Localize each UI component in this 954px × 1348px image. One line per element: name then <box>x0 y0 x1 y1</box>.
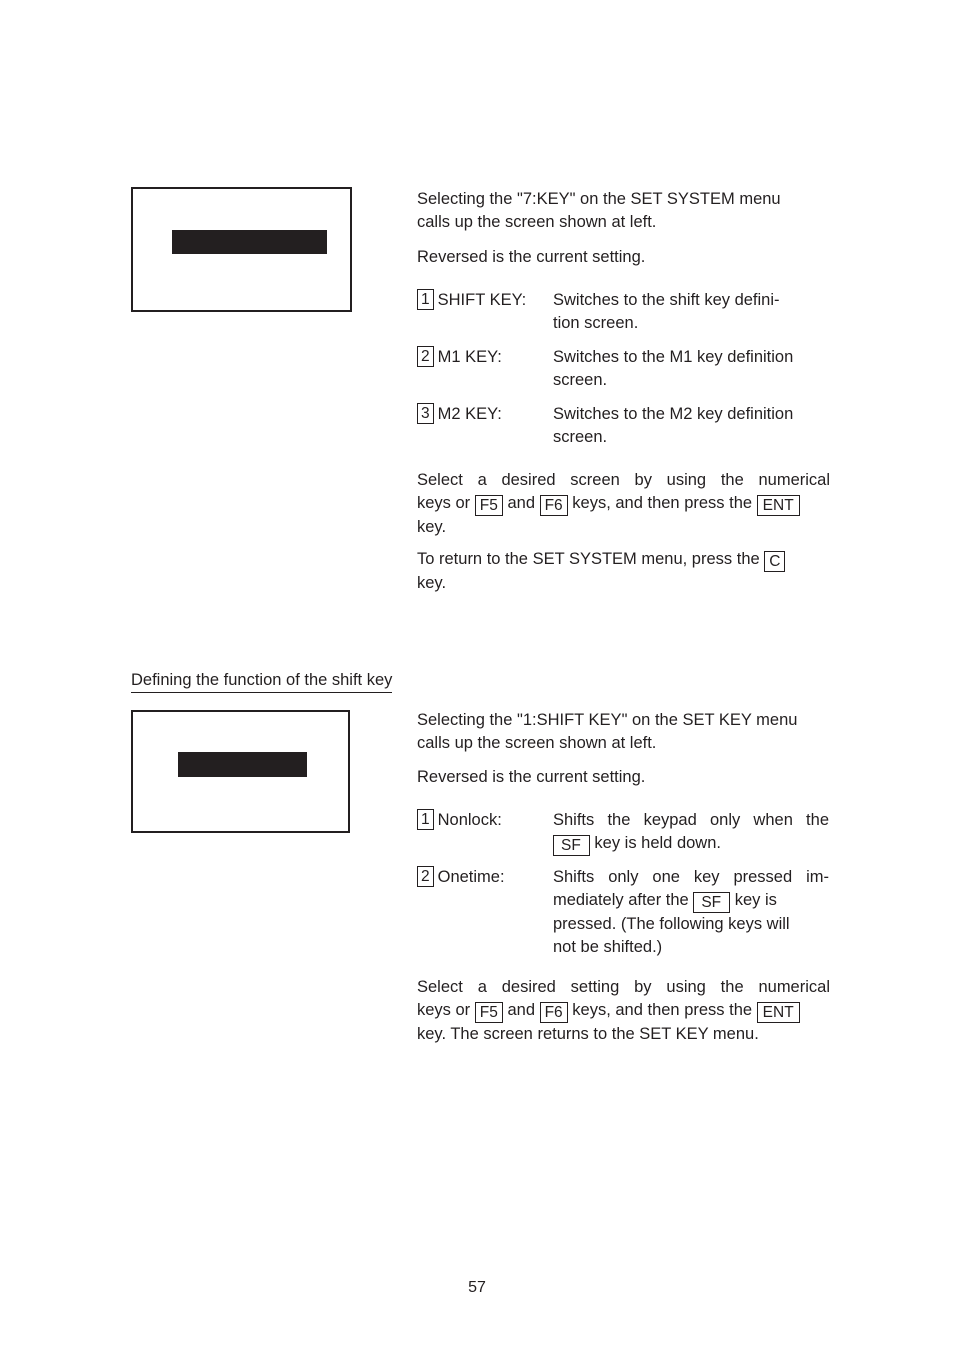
definition-desc-onetime-line3: pressed. (The following keys will <box>553 915 790 933</box>
key-glyph-f6: F6 <box>539 495 568 516</box>
definition-desc-m2-key: Switches to the M2 key definition screen… <box>553 403 829 449</box>
definition-label-m2-key: M2 KEY: <box>437 405 502 423</box>
definition-row-m2-key: 3 M2 KEY: Switches to the M2 key definit… <box>417 403 829 449</box>
definition-desc-onetime-line4: not be shifted.) <box>553 938 663 956</box>
definition-term-onetime: 2 Onetime: <box>417 866 553 889</box>
section2-select-line1: Select a desired setting by using the nu… <box>417 978 830 996</box>
definition-desc-shift-key-line2: tion screen. <box>553 314 639 332</box>
section2-reversed-note-text: Reversed is the current setting. <box>417 768 646 786</box>
definition-label-m1-key: M1 KEY: <box>437 348 502 366</box>
section2-select-paragraph: Select a desired setting by using the nu… <box>417 976 830 1046</box>
section2-select-line2: keys or F5 and F6 keys, and then press t… <box>417 999 830 1023</box>
section1-return-part1: To return to the SET SYSTEM menu, press … <box>417 550 760 568</box>
section2-select-line3: key. The screen returns to the SET KEY m… <box>417 1025 759 1043</box>
key-glyph-c: C <box>764 551 786 572</box>
definition-desc-shift-key: Switches to the shift key defini- tion s… <box>553 289 829 335</box>
section2-heading: Defining the function of the shift key <box>131 669 393 693</box>
section2-intro-line2: calls up the screen shown at left. <box>417 734 657 752</box>
section2-select-line2-part1: keys or <box>417 1001 471 1019</box>
lcd-screen-set-key-menu <box>131 187 352 312</box>
definition-row-shift-key: 1 SHIFT KEY: Switches to the shift key d… <box>417 289 829 335</box>
definition-desc-m2-key-line2: screen. <box>553 428 608 446</box>
section1-reversed-note: Reversed is the current setting. <box>417 246 829 269</box>
key-glyph-sf: SF <box>553 835 590 856</box>
key-glyph-1: 1 <box>417 809 434 830</box>
key-glyph-3: 3 <box>417 403 434 424</box>
key-glyph-2: 2 <box>417 866 434 887</box>
definition-desc-onetime-line2: mediately after the SF key is <box>553 889 829 913</box>
definition-desc-onetime-line2-part2: key is <box>734 891 777 909</box>
definition-desc-nonlock-line2-rest: key is held down. <box>594 834 721 852</box>
section1-select-line2-part2: and <box>507 494 535 512</box>
definition-desc-nonlock-line2: SF key is held down. <box>553 832 829 856</box>
definition-label-shift-key: SHIFT KEY: <box>437 291 527 309</box>
section2-reversed-note: Reversed is the current setting. <box>417 766 829 789</box>
definition-term-nonlock: 1 Nonlock: <box>417 809 553 832</box>
definition-desc-onetime-line1: Shifts only one key pressed im- <box>553 868 829 886</box>
definition-desc-shift-key-line1: Switches to the shift key defini- <box>553 291 780 309</box>
definition-row-nonlock: 1 Nonlock: Shifts the keypad only when t… <box>417 809 829 856</box>
definition-desc-m1-key-line1: Switches to the M1 key definition <box>553 348 794 366</box>
key-glyph-1: 1 <box>417 289 434 310</box>
key-glyph-f6: F6 <box>539 1002 568 1023</box>
definition-label-nonlock: Nonlock: <box>437 811 502 829</box>
lcd-screen-set-shift-key <box>131 710 350 833</box>
key-glyph-ent: ENT <box>756 495 800 516</box>
definition-row-onetime: 2 Onetime: Shifts only one key pressed i… <box>417 866 829 959</box>
definition-desc-onetime-line2-part1: mediately after the <box>553 891 689 909</box>
section1-select-line2-part3: keys, and then press the <box>572 494 753 512</box>
definition-term-m1-key: 2 M1 KEY: <box>417 346 553 369</box>
section1-select-line1: Select a desired screen by using the num… <box>417 471 830 489</box>
definition-term-shift-key: 1 SHIFT KEY: <box>417 289 553 312</box>
definition-desc-m1-key-line2: screen. <box>553 371 608 389</box>
definition-desc-nonlock: Shifts the keypad only when the SF key i… <box>553 809 829 856</box>
definition-label-onetime: Onetime: <box>437 868 505 886</box>
section1-intro-line2: calls up the screen shown at left. <box>417 213 657 231</box>
key-glyph-2: 2 <box>417 346 434 367</box>
section1-select-paragraph: Select a desired screen by using the num… <box>417 469 830 539</box>
definition-row-m1-key: 2 M1 KEY: Switches to the M1 key definit… <box>417 346 829 392</box>
definition-desc-m1-key: Switches to the M1 key definition screen… <box>553 346 829 392</box>
key-glyph-ent: ENT <box>756 1002 800 1023</box>
manual-page: Selecting the "7:KEY" on the SET SYSTEM … <box>0 0 954 1348</box>
section2-select-line2-part3: keys, and then press the <box>572 1001 753 1019</box>
section1-intro-line1: Selecting the "7:KEY" on the SET SYSTEM … <box>417 190 781 208</box>
section1-return-paragraph: To return to the SET SYSTEM menu, press … <box>417 548 830 595</box>
section1-select-line2-part1: keys or <box>417 494 471 512</box>
section2-intro-line1: Selecting the "1:SHIFT KEY" on the SET K… <box>417 711 798 729</box>
section1-return-part2: key. <box>417 574 447 592</box>
section1-select-line2: keys or F5 and F6 keys, and then press t… <box>417 492 830 516</box>
definition-desc-m2-key-line1: Switches to the M2 key definition <box>553 405 794 423</box>
section1-reversed-note-text: Reversed is the current setting. <box>417 248 646 266</box>
section2-intro-paragraph: Selecting the "1:SHIFT KEY" on the SET K… <box>417 709 829 755</box>
definition-desc-nonlock-line1: Shifts the keypad only when the <box>553 811 829 829</box>
section1-intro-paragraph: Selecting the "7:KEY" on the SET SYSTEM … <box>417 188 829 234</box>
key-glyph-f5: F5 <box>474 1002 503 1023</box>
key-glyph-f5: F5 <box>474 495 503 516</box>
key-glyph-sf: SF <box>693 892 731 913</box>
section2-select-line2-part2: and <box>507 1001 535 1019</box>
lcd-highlight-bar <box>178 752 307 777</box>
lcd-highlight-bar <box>172 230 327 254</box>
definition-desc-onetime: Shifts only one key pressed im- mediatel… <box>553 866 829 959</box>
section1-select-line3: key. <box>417 518 447 536</box>
definition-term-m2-key: 3 M2 KEY: <box>417 403 553 426</box>
page-number: 57 <box>468 1279 486 1296</box>
section1-return-line1: To return to the SET SYSTEM menu, press … <box>417 548 830 572</box>
